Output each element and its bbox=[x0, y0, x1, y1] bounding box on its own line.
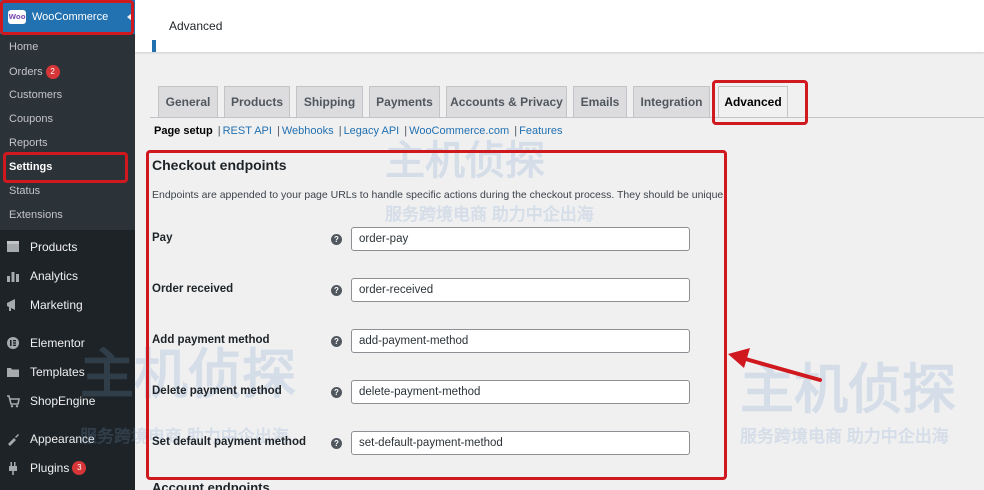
field-label-add-payment-method: Add payment method bbox=[152, 334, 270, 346]
admin-sidebar: Woo WooCommerce Home Orders 2 Customers C… bbox=[0, 0, 135, 490]
help-tip-icon[interactable]: ? bbox=[331, 336, 342, 347]
header-accent-bar bbox=[152, 40, 156, 52]
products-icon bbox=[7, 241, 19, 252]
tab-advanced[interactable]: Advanced bbox=[718, 86, 788, 117]
tab-integration[interactable]: Integration bbox=[633, 86, 710, 117]
menu-item-analytics[interactable]: Analytics bbox=[6, 269, 78, 283]
add-payment-method-endpoint-input[interactable] bbox=[351, 329, 690, 353]
order-received-endpoint-input[interactable] bbox=[351, 278, 690, 302]
page-title: Advanced bbox=[169, 19, 223, 33]
menu-item-templates[interactable]: Templates bbox=[6, 365, 85, 379]
submenu-item-coupons[interactable]: Coupons bbox=[9, 113, 53, 125]
woocommerce-menu-header[interactable]: Woo WooCommerce bbox=[0, 0, 135, 34]
menu-item-label: Elementor bbox=[30, 336, 85, 350]
woocommerce-logo-icon: Woo bbox=[8, 10, 26, 24]
subsection-webhooks[interactable]: Webhooks bbox=[282, 125, 334, 137]
analytics-icon bbox=[7, 272, 19, 282]
section-title: Checkout endpoints bbox=[152, 157, 287, 173]
orders-count-badge: 2 bbox=[45, 65, 60, 79]
menu-item-appearance[interactable]: Appearance bbox=[6, 432, 95, 446]
menu-item-label: Products bbox=[30, 240, 78, 254]
tab-general[interactable]: General bbox=[158, 86, 218, 117]
help-tip-icon[interactable]: ? bbox=[331, 438, 342, 449]
pointer-arrow-icon bbox=[728, 348, 822, 382]
subsection-features[interactable]: Features bbox=[519, 125, 562, 137]
field-label-delete-payment-method: Delete payment method bbox=[152, 385, 282, 397]
menu-item-label: ShopEngine bbox=[30, 394, 96, 408]
submenu-item-orders[interactable]: Orders 2 bbox=[9, 65, 60, 79]
submenu-item-extensions[interactable]: Extensions bbox=[9, 209, 63, 221]
tab-payments[interactable]: Payments bbox=[369, 86, 440, 117]
menu-item-label: Templates bbox=[30, 365, 85, 379]
menu-item-products[interactable]: Products bbox=[6, 240, 77, 254]
plugins-update-badge: 3 bbox=[72, 461, 87, 475]
menu-item-label: Appearance bbox=[30, 432, 95, 446]
subsection-nav: Page setup | REST API | Webhooks | Legacy A… bbox=[154, 125, 563, 137]
set-default-payment-method-endpoint-input[interactable] bbox=[351, 431, 690, 455]
woocommerce-submenu: Home Orders 2 Customers Coupons Reports S… bbox=[0, 34, 135, 230]
watermark-slogan: 服务跨境电商 助力中企出海 bbox=[385, 205, 594, 224]
current-menu-arrow-icon bbox=[127, 13, 132, 21]
field-label-pay: Pay bbox=[152, 232, 173, 244]
tab-divider bbox=[150, 117, 984, 118]
tab-shipping[interactable]: Shipping bbox=[296, 86, 363, 117]
menu-item-plugins[interactable]: Plugins 3 bbox=[6, 461, 87, 475]
next-section-title: Account endpoints bbox=[152, 480, 270, 490]
shopengine-icon bbox=[7, 395, 20, 408]
delete-payment-method-endpoint-input[interactable] bbox=[351, 380, 690, 404]
elementor-icon bbox=[7, 337, 19, 349]
appearance-icon bbox=[8, 434, 19, 446]
submenu-item-home[interactable]: Home bbox=[9, 41, 38, 53]
submenu-item-customers[interactable]: Customers bbox=[9, 89, 62, 101]
submenu-item-settings[interactable]: Settings bbox=[9, 161, 52, 173]
submenu-item-status[interactable]: Status bbox=[9, 185, 40, 197]
subsection-woocommerce-com[interactable]: WooCommerce.com bbox=[409, 125, 509, 137]
tab-emails[interactable]: Emails bbox=[573, 86, 627, 117]
field-label-order-received: Order received bbox=[152, 283, 234, 295]
menu-item-elementor[interactable]: Elementor bbox=[6, 336, 85, 350]
page-header-bar: Advanced bbox=[135, 0, 984, 52]
tab-products[interactable]: Products bbox=[224, 86, 290, 117]
section-description: Endpoints are appended to your page URLs… bbox=[152, 189, 727, 201]
menu-item-marketing[interactable]: Marketing bbox=[6, 298, 83, 312]
submenu-item-reports[interactable]: Reports bbox=[9, 137, 48, 149]
help-tip-icon[interactable]: ? bbox=[331, 285, 342, 296]
field-label-set-default-payment-method: Set default payment method bbox=[152, 436, 306, 448]
subsection-legacy-api[interactable]: Legacy API bbox=[344, 125, 400, 137]
menu-item-label: Marketing bbox=[30, 298, 83, 312]
menu-item-label: Analytics bbox=[30, 269, 79, 283]
plugins-icon bbox=[9, 462, 17, 475]
subsection-rest-api[interactable]: REST API bbox=[223, 125, 272, 137]
menu-item-label: Plugins bbox=[30, 461, 70, 475]
menu-item-shopengine[interactable]: ShopEngine bbox=[6, 394, 95, 408]
marketing-icon bbox=[7, 299, 15, 311]
watermark-slogan: 服务跨境电商 助力中企出海 bbox=[740, 427, 949, 446]
subsection-page-setup[interactable]: Page setup bbox=[154, 125, 213, 137]
pay-endpoint-input[interactable] bbox=[351, 227, 690, 251]
help-tip-icon[interactable]: ? bbox=[331, 234, 342, 245]
help-tip-icon[interactable]: ? bbox=[331, 387, 342, 398]
tab-accounts-privacy[interactable]: Accounts & Privacy bbox=[446, 86, 567, 117]
woocommerce-menu-label: WooCommerce bbox=[32, 11, 109, 23]
templates-icon bbox=[7, 368, 19, 377]
